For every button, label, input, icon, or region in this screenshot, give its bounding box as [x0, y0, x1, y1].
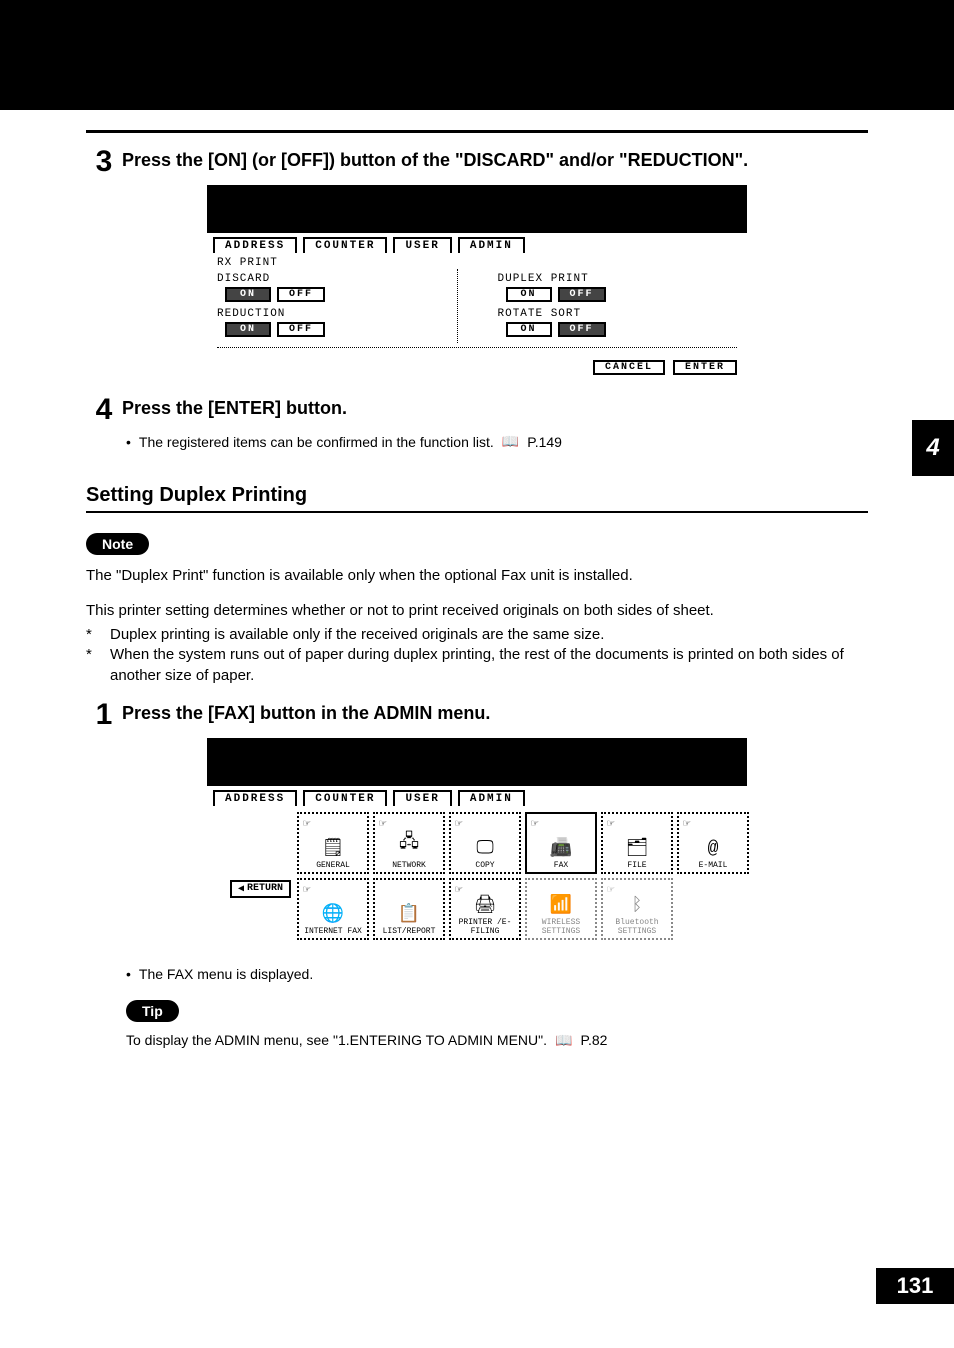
general-button[interactable]: ☞🗒GENERAL: [297, 812, 369, 874]
email-button[interactable]: ☞@E-MAIL: [677, 812, 749, 874]
bluetooth-icon: ᛒ: [632, 896, 643, 916]
tab-counter[interactable]: COUNTER: [303, 790, 387, 806]
email-icon: @: [708, 839, 719, 859]
step-1-note-text: The FAX menu is displayed.: [139, 966, 313, 982]
wireless-settings-button[interactable]: 📶WIRELESS SETTINGS: [525, 878, 597, 940]
book-icon: 📖: [555, 1032, 572, 1049]
tip-text: To display the ADMIN menu, see "1.ENTERI…: [126, 1032, 547, 1048]
printer-efiling-button[interactable]: ☞🖨PRINTER /E-FILING: [449, 878, 521, 940]
finger-icon: ☞: [455, 882, 462, 897]
page-content: 3 Press the [ON] (or [OFF]) button of th…: [0, 110, 954, 1049]
duplex-print-label: DUPLEX PRINT: [498, 273, 738, 285]
wireless-icon: 📶: [550, 894, 572, 916]
enter-button[interactable]: ENTER: [673, 360, 737, 375]
divider: [86, 130, 868, 133]
general-icon: 🗒: [322, 837, 345, 859]
tip-pill: Tip: [126, 1000, 179, 1022]
note-text: The "Duplex Print" function is available…: [86, 565, 868, 586]
star-list: * Duplex printing is available only if t…: [86, 625, 868, 686]
printer-icon: 🖨: [474, 894, 497, 916]
tab-user[interactable]: USER: [393, 237, 451, 253]
network-icon: 🖧: [399, 829, 419, 859]
duplex-on-button[interactable]: ON: [506, 287, 552, 302]
bullet-dot: •: [126, 434, 131, 450]
step-4-note-text: The registered items can be confirmed in…: [139, 434, 494, 450]
tip-row: To display the ADMIN menu, see "1.ENTERI…: [126, 1032, 868, 1049]
rx-print-header: RX PRINT: [217, 257, 737, 269]
tab-admin[interactable]: ADMIN: [458, 790, 525, 806]
step-1: 1 Press the [FAX] button in the ADMIN me…: [86, 700, 868, 730]
step-3: 3 Press the [ON] (or [OFF]) button of th…: [86, 147, 868, 177]
finger-icon: ☞: [683, 816, 690, 831]
star-text-1: Duplex printing is available only if the…: [110, 625, 868, 645]
list-report-button[interactable]: 📋LIST/REPORT: [373, 878, 445, 940]
fax-icon: 📠: [550, 837, 572, 859]
return-button[interactable]: ◀ RETURN: [230, 880, 291, 898]
page-number: 131: [876, 1268, 954, 1304]
ifax-icon: 🌐: [322, 903, 344, 925]
finger-icon: ☞: [607, 816, 614, 831]
discard-on-button[interactable]: ON: [225, 287, 271, 302]
lcd-screenshot-admin-menu: ADDRESS COUNTER USER ADMIN ☞🗒GENERAL ☞🖧N…: [207, 738, 747, 952]
tab-address[interactable]: ADDRESS: [213, 790, 297, 806]
return-cell: ◀ RETURN: [213, 878, 293, 940]
finger-icon: ☞: [303, 816, 310, 831]
step-4-note: • The registered items can be confirmed …: [126, 433, 868, 450]
book-icon: 📖: [502, 433, 519, 450]
tab-bar: ADDRESS COUNTER USER ADMIN: [207, 233, 747, 253]
reduction-off-button[interactable]: OFF: [277, 322, 325, 337]
divider: [86, 511, 868, 513]
rotate-on-button[interactable]: ON: [506, 322, 552, 337]
list-icon: 📋: [398, 903, 420, 925]
copy-button[interactable]: ☞🖵COPY: [449, 812, 521, 874]
lcd-screenshot-rx-print: ADDRESS COUNTER USER ADMIN RX PRINT DISC…: [207, 185, 747, 381]
network-button[interactable]: ☞🖧NETWORK: [373, 812, 445, 874]
tab-counter[interactable]: COUNTER: [303, 237, 387, 253]
top-black-bar: [0, 0, 954, 110]
rotate-sort-label: ROTATE SORT: [498, 308, 738, 320]
file-icon: 🗂: [626, 837, 649, 859]
step-text: Press the [ON] (or [OFF]) button of the …: [122, 147, 868, 172]
step-number: 4: [86, 395, 122, 425]
rotate-off-button[interactable]: OFF: [558, 322, 606, 337]
duplex-off-button[interactable]: OFF: [558, 287, 606, 302]
cancel-button[interactable]: CANCEL: [593, 360, 665, 375]
step-4: 4 Press the [ENTER] button.: [86, 395, 868, 425]
discard-off-button[interactable]: OFF: [277, 287, 325, 302]
file-button[interactable]: ☞🗂FILE: [601, 812, 673, 874]
tab-bar: ADDRESS COUNTER USER ADMIN: [207, 786, 747, 806]
bullet-dot: •: [126, 966, 131, 982]
finger-icon: ☞: [303, 882, 310, 897]
section-heading-duplex: Setting Duplex Printing: [86, 484, 868, 507]
step-1-note: • The FAX menu is displayed.: [126, 966, 868, 982]
finger-icon: ☞: [531, 816, 538, 831]
internet-fax-button[interactable]: ☞🌐INTERNET FAX: [297, 878, 369, 940]
asterisk: *: [86, 645, 110, 686]
step-number: 1: [86, 700, 122, 730]
empty-cell: [213, 812, 293, 874]
step-text: Press the [FAX] button in the ADMIN menu…: [122, 700, 868, 725]
tab-user[interactable]: USER: [393, 790, 451, 806]
step-number: 3: [86, 147, 122, 177]
star-text-2: When the system runs out of paper during…: [110, 645, 868, 686]
bluetooth-settings-button[interactable]: ☞ᛒBluetooth SETTINGS: [601, 878, 673, 940]
step-text: Press the [ENTER] button.: [122, 395, 868, 420]
note-pill: Note: [86, 533, 149, 555]
page-ref: P.149: [527, 434, 562, 450]
page-ref: P.82: [580, 1032, 607, 1048]
chapter-side-tab: 4: [912, 420, 954, 476]
finger-icon: ☞: [607, 882, 614, 897]
discard-label: DISCARD: [217, 273, 457, 285]
empty-cell: [677, 878, 749, 940]
tab-admin[interactable]: ADMIN: [458, 237, 525, 253]
asterisk: *: [86, 625, 110, 645]
reduction-on-button[interactable]: ON: [225, 322, 271, 337]
finger-icon: ☞: [379, 816, 386, 831]
reduction-label: REDUCTION: [217, 308, 457, 320]
finger-icon: ☞: [455, 816, 462, 831]
tab-address[interactable]: ADDRESS: [213, 237, 297, 253]
intro-text: This printer setting determines whether …: [86, 600, 868, 621]
copy-icon: 🖵: [476, 838, 493, 859]
fax-button[interactable]: ☞📠FAX: [525, 812, 597, 874]
